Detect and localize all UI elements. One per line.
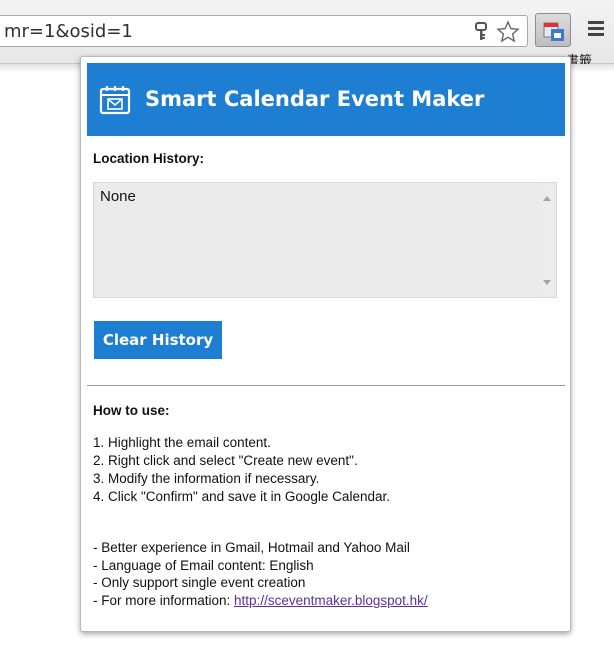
instruction-step: 3. Modify the information if necessary. xyxy=(93,471,320,486)
browser-window: mr=1&osid=1 書籤 Smart Calendar Event Make… xyxy=(0,0,614,654)
instruction-step: 1. Highlight the email content. xyxy=(93,435,271,450)
bookmark-star-icon[interactable] xyxy=(496,20,520,44)
note-item: - Better experience in Gmail, Hotmail an… xyxy=(93,540,410,555)
history-value: None xyxy=(100,188,136,205)
browser-toolbar: mr=1&osid=1 書籤 xyxy=(0,0,614,68)
instruction-step: 4. Click "Confirm" and save it in Google… xyxy=(93,489,390,504)
how-to-use-label: How to use: xyxy=(93,403,170,418)
url-text[interactable]: mr=1&osid=1 xyxy=(4,21,133,42)
location-history-box[interactable]: None xyxy=(93,182,557,298)
calendar-mail-icon xyxy=(99,86,131,115)
key-icon[interactable] xyxy=(474,22,488,42)
instructions-list: 1. Highlight the email content. 2. Right… xyxy=(93,434,390,506)
popup-header: Smart Calendar Event Maker xyxy=(87,63,565,136)
section-divider xyxy=(87,385,565,386)
hamburger-icon[interactable] xyxy=(586,18,606,38)
history-scrollbar[interactable] xyxy=(539,183,556,297)
clear-history-button[interactable]: Clear History xyxy=(94,321,222,359)
notes-list: - Better experience in Gmail, Hotmail an… xyxy=(93,539,428,609)
location-history-label: Location History: xyxy=(93,151,205,166)
note-item: - Only support single event creation xyxy=(93,575,306,590)
more-info-prefix: - For more information: xyxy=(93,592,235,608)
more-info-link[interactable]: http://sceventmaker.blogspot.hk/ xyxy=(234,593,428,608)
note-item: - For more information: http://sceventma… xyxy=(93,592,428,610)
extension-popup: Smart Calendar Event Maker Location Hist… xyxy=(80,56,571,632)
note-item: - Language of Email content: English xyxy=(93,557,314,573)
popup-title: Smart Calendar Event Maker xyxy=(145,87,485,111)
extension-button[interactable] xyxy=(535,13,571,47)
instruction-step: 2. Right click and select "Create new ev… xyxy=(93,453,358,468)
scroll-up-arrow-icon[interactable] xyxy=(543,196,551,201)
address-bar[interactable]: mr=1&osid=1 xyxy=(0,15,528,47)
calendar-icon xyxy=(543,22,564,41)
scroll-down-arrow-icon[interactable] xyxy=(543,280,551,285)
